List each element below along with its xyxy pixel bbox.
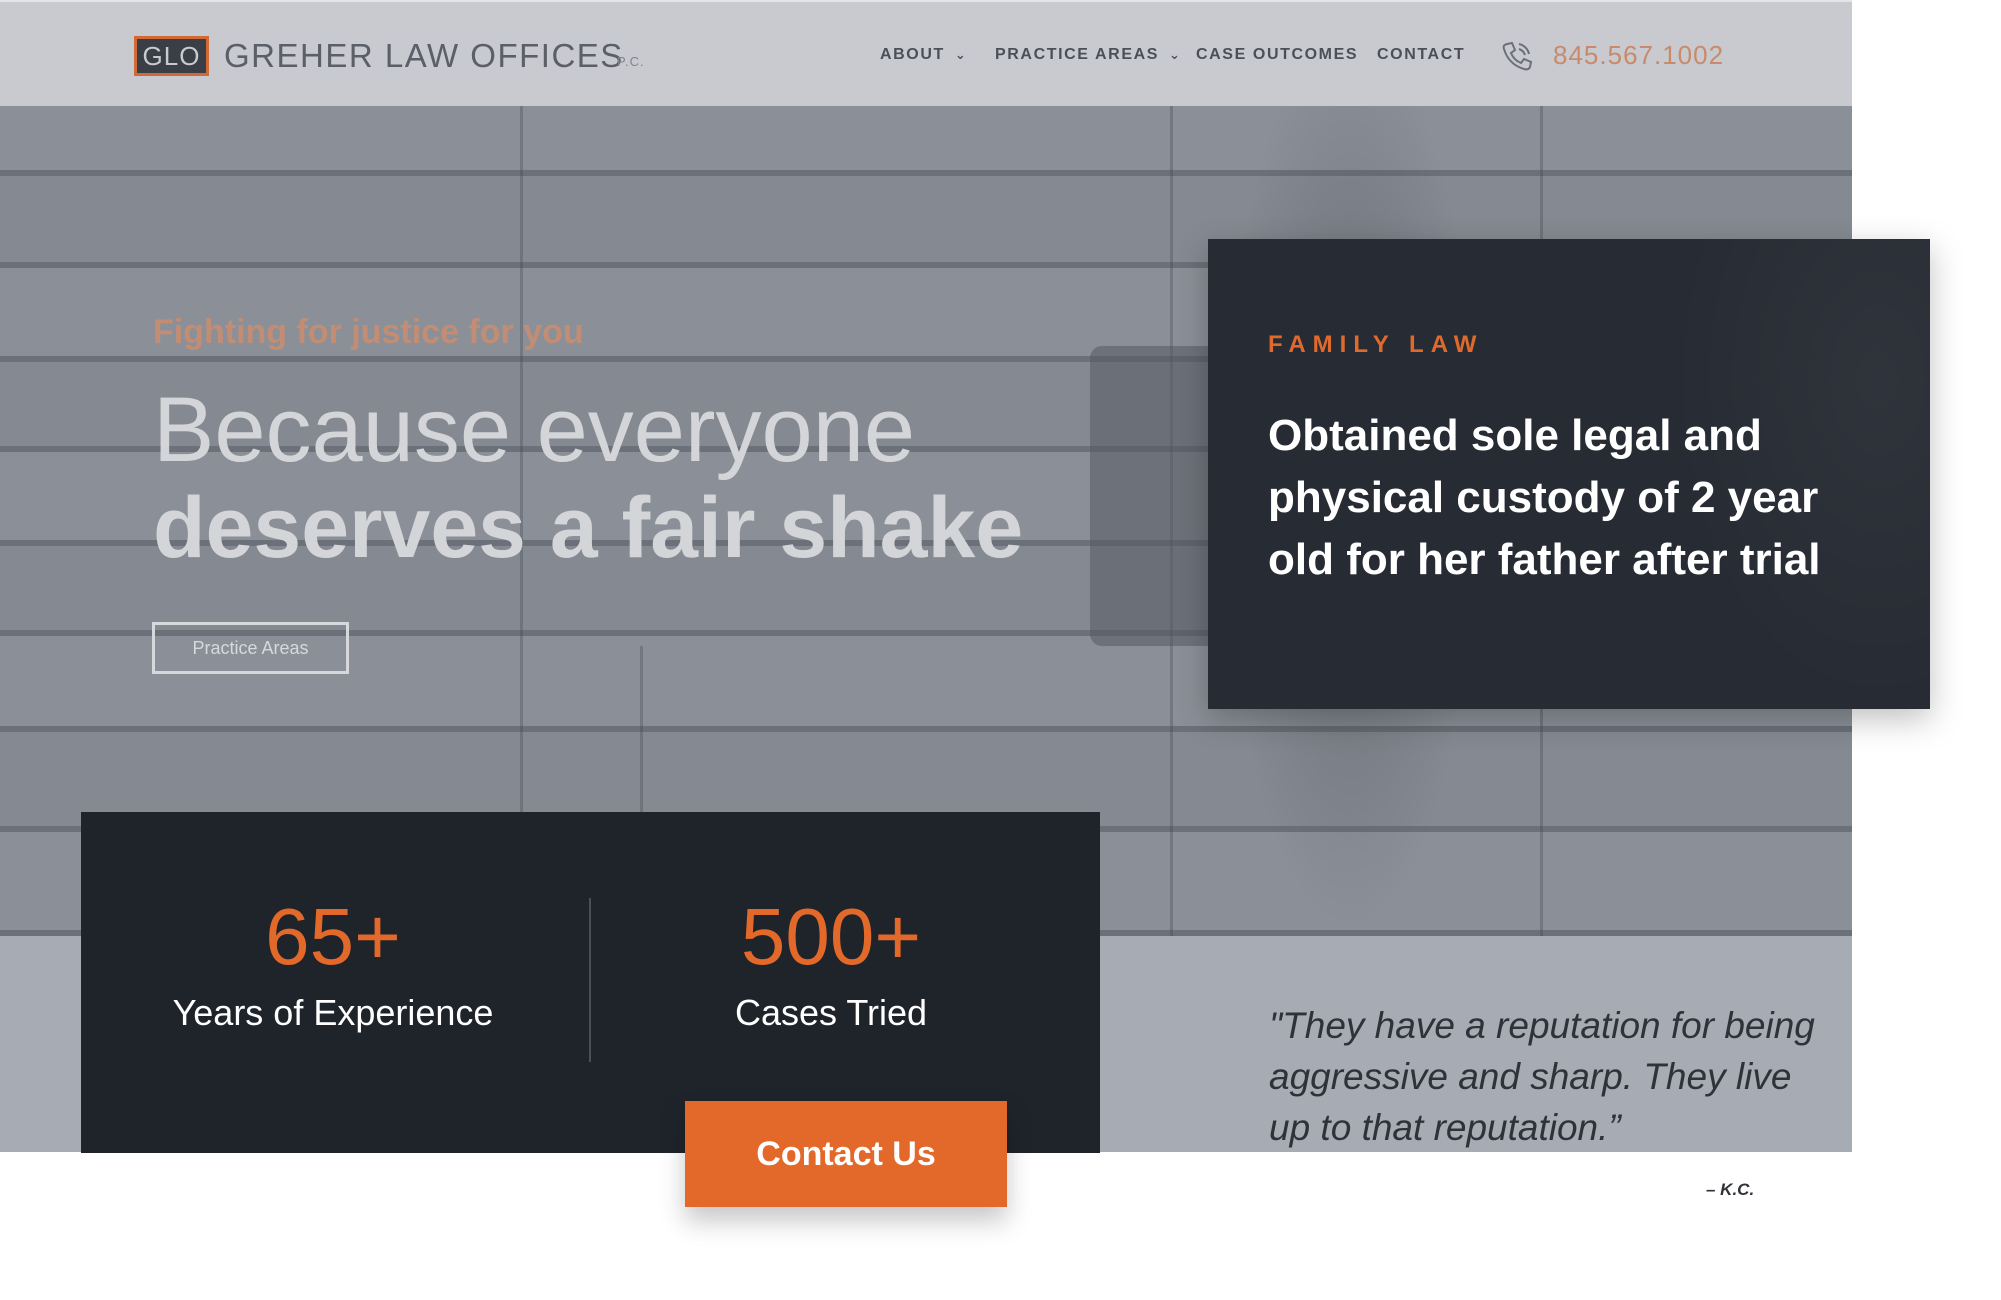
stat-divider xyxy=(589,898,591,1062)
hero-tagline: Fighting for justice for you xyxy=(153,313,584,351)
stat-experience: 65+ Years of Experience xyxy=(103,892,563,1034)
nav-practice-areas[interactable]: PRACTICE AREAS ⌄ xyxy=(995,46,1182,64)
nav-about[interactable]: ABOUT ⌄ xyxy=(880,46,967,64)
testimonial-author: – K.C. xyxy=(1706,1180,1755,1199)
nav-contact-label: CONTACT xyxy=(1377,46,1466,63)
chevron-down-icon: ⌄ xyxy=(1169,47,1182,62)
site-header: GLO GREHER LAW OFFICES P.C. ABOUT ⌄ PRAC… xyxy=(0,0,1852,106)
phone-icon[interactable] xyxy=(1499,38,1535,74)
logo-suffix: P.C. xyxy=(617,54,645,69)
case-outcome-card: FAMILY LAW Obtained sole legal and physi… xyxy=(1208,239,1930,709)
nav-case-outcomes[interactable]: CASE OUTCOMES xyxy=(1196,46,1358,64)
hero-headline-bold: deserves a fair shake xyxy=(153,480,1024,576)
nav-case-outcomes-label: CASE OUTCOMES xyxy=(1196,46,1359,63)
stat-value: 500+ xyxy=(740,892,922,981)
stat-cases: 500+ Cases Tried xyxy=(601,892,1061,1034)
case-category: FAMILY LAW xyxy=(1268,331,1484,358)
chevron-down-icon: ⌄ xyxy=(954,47,968,62)
practice-areas-button[interactable]: Practice Areas xyxy=(152,622,349,674)
logo-name[interactable]: GREHER LAW OFFICES xyxy=(224,34,624,78)
stat-value: 65+ xyxy=(265,892,401,981)
contact-us-button[interactable]: Contact Us xyxy=(685,1101,1007,1207)
stat-label: Years of Experience xyxy=(172,992,494,1033)
phone-number-link[interactable]: 845.567.1002 xyxy=(1553,40,1724,71)
logo-mark[interactable]: GLO xyxy=(134,36,209,76)
stat-label: Cases Tried xyxy=(734,992,928,1033)
hero-headline-light: Because everyone xyxy=(153,379,916,481)
nav-contact[interactable]: CONTACT xyxy=(1377,46,1465,64)
nav-about-label: ABOUT xyxy=(880,46,945,63)
nav-practice-areas-label: PRACTICE AREAS xyxy=(995,46,1160,63)
testimonial-quote: "They have a reputation for being aggres… xyxy=(1269,1005,1815,1148)
case-outcome-text: Obtained sole legal and physical custody… xyxy=(1268,411,1821,584)
